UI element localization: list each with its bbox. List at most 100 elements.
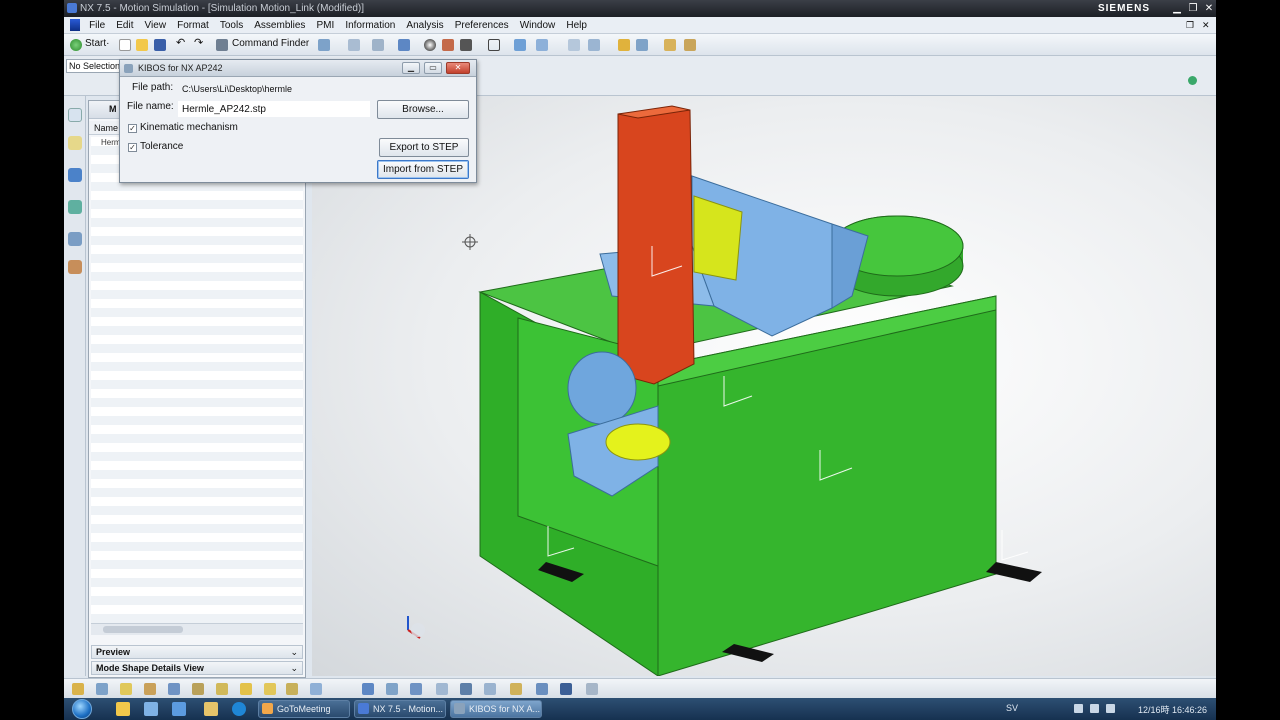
import-from-step-button[interactable]: Import from STEP bbox=[377, 160, 469, 179]
clip-view-icon[interactable] bbox=[568, 39, 580, 51]
open-folder-icon[interactable] bbox=[136, 39, 148, 51]
contact-icon[interactable] bbox=[286, 683, 298, 695]
menu-information[interactable]: Information bbox=[341, 17, 399, 31]
menu-view[interactable]: View bbox=[141, 17, 171, 31]
orient-view-icon[interactable] bbox=[398, 39, 410, 51]
inspect-icon[interactable] bbox=[586, 683, 598, 695]
rotate-view-icon[interactable] bbox=[372, 39, 384, 51]
chevron-down-icon[interactable]: ⌄ bbox=[290, 662, 298, 674]
kinematic-checkbox[interactable]: ✓ bbox=[128, 124, 137, 133]
language-indicator[interactable]: SV bbox=[1006, 703, 1018, 713]
measure-distance-icon[interactable] bbox=[560, 683, 572, 695]
measure-icon[interactable] bbox=[588, 39, 600, 51]
graphics-viewport[interactable] bbox=[312, 96, 1216, 676]
chevron-down-icon[interactable]: ⌄ bbox=[290, 646, 298, 658]
skype-icon[interactable] bbox=[232, 702, 246, 716]
graph-icon[interactable] bbox=[460, 683, 472, 695]
save-icon[interactable] bbox=[154, 39, 166, 51]
joint-icon[interactable] bbox=[96, 683, 108, 695]
connector-icon[interactable] bbox=[120, 683, 132, 695]
undo-icon[interactable]: ↶ bbox=[176, 36, 188, 49]
taskbar-kibos[interactable]: KIBOS for NX A... bbox=[450, 700, 542, 718]
export-to-step-button[interactable]: Export to STEP bbox=[379, 138, 469, 157]
selection-filter-dropdown[interactable]: No Selection Filter bbox=[66, 59, 126, 73]
marker-icon[interactable] bbox=[310, 683, 322, 695]
folder-icon[interactable] bbox=[204, 702, 218, 716]
browser-icon[interactable] bbox=[172, 702, 186, 716]
start-icon[interactable] bbox=[70, 39, 82, 51]
tray-volume-icon[interactable] bbox=[1090, 704, 1099, 713]
point-icon[interactable] bbox=[618, 39, 630, 51]
force-icon[interactable] bbox=[240, 683, 252, 695]
menu-file[interactable]: File bbox=[85, 17, 109, 31]
trace-icon[interactable] bbox=[436, 683, 448, 695]
motion-body-icon[interactable] bbox=[72, 683, 84, 695]
roles-icon[interactable] bbox=[68, 260, 82, 274]
machine-model-view[interactable] bbox=[312, 96, 1216, 676]
browse-button[interactable]: Browse... bbox=[377, 100, 469, 119]
shaded-icon[interactable] bbox=[442, 39, 454, 51]
tray-flag-icon[interactable] bbox=[1106, 704, 1115, 713]
minimize-icon[interactable]: ▁ bbox=[1170, 2, 1184, 15]
menu-preferences[interactable]: Preferences bbox=[451, 17, 513, 31]
menu-assemblies[interactable]: Assemblies bbox=[250, 17, 309, 31]
dialog-title-bar[interactable]: KIBOS for NX AP242 ▁ ▭ ✕ bbox=[120, 60, 476, 77]
paint-icon[interactable] bbox=[684, 39, 696, 51]
solver-icon[interactable] bbox=[362, 683, 374, 695]
dialog-restore-icon[interactable]: ▭ bbox=[424, 62, 442, 74]
menu-format[interactable]: Format bbox=[173, 17, 213, 31]
navigator-tree[interactable]: Herm bbox=[91, 137, 303, 627]
snap-settings-icon[interactable] bbox=[1188, 76, 1197, 85]
taskbar-nx[interactable]: NX 7.5 - Motion... bbox=[354, 700, 446, 718]
taskbar-gotomeeting[interactable]: GoToMeeting bbox=[258, 700, 350, 718]
packaging-icon[interactable] bbox=[484, 683, 496, 695]
link-icon[interactable] bbox=[144, 683, 156, 695]
motion-navigator-icon[interactable] bbox=[68, 108, 82, 122]
spring-icon[interactable] bbox=[192, 683, 204, 695]
driver-icon[interactable] bbox=[264, 683, 276, 695]
snap-point-icon[interactable] bbox=[514, 39, 526, 51]
selection-tool-icon[interactable] bbox=[318, 39, 330, 51]
assembly-navigator-icon[interactable] bbox=[68, 136, 82, 150]
taskbar-clock[interactable]: 12/16時 16:46:26 bbox=[1138, 703, 1207, 716]
command-finder-button[interactable]: Command Finder bbox=[232, 38, 309, 49]
menu-pmi[interactable]: PMI bbox=[312, 17, 338, 31]
media-icon[interactable] bbox=[144, 702, 158, 716]
restore-icon[interactable]: ❐ bbox=[1186, 2, 1200, 15]
menu-close-icon[interactable]: ✕ bbox=[1202, 20, 1210, 31]
animation-icon[interactable] bbox=[410, 683, 422, 695]
ruler-icon[interactable] bbox=[664, 39, 676, 51]
mode-shape-section[interactable]: Mode Shape Details View ⌄ bbox=[91, 661, 303, 675]
menu-restore-icon[interactable]: ❐ bbox=[1186, 20, 1194, 31]
menu-analysis[interactable]: Analysis bbox=[402, 17, 447, 31]
part-navigator-icon[interactable] bbox=[68, 168, 82, 182]
redo-icon[interactable]: ↷ bbox=[194, 36, 206, 49]
transform-icon[interactable] bbox=[536, 39, 548, 51]
new-file-icon[interactable] bbox=[119, 39, 131, 51]
tolerance-checkbox[interactable]: ✓ bbox=[128, 143, 137, 152]
file-name-field[interactable] bbox=[178, 101, 370, 117]
dialog-minimize-icon[interactable]: ▁ bbox=[402, 62, 420, 74]
close-icon[interactable]: ✕ bbox=[1202, 2, 1216, 15]
fit-view-icon[interactable] bbox=[348, 39, 360, 51]
timeline-icon[interactable] bbox=[536, 683, 548, 695]
history-icon[interactable] bbox=[68, 232, 82, 246]
explorer-icon[interactable] bbox=[116, 702, 130, 716]
windows-start-icon[interactable] bbox=[72, 699, 92, 719]
menu-tools[interactable]: Tools bbox=[216, 17, 247, 31]
tray-network-icon[interactable] bbox=[1074, 704, 1083, 713]
command-finder-icon[interactable] bbox=[216, 39, 228, 51]
damper-icon[interactable] bbox=[216, 683, 228, 695]
menu-window[interactable]: Window bbox=[516, 17, 560, 31]
constraint-navigator-icon[interactable] bbox=[68, 200, 82, 214]
gear-icon[interactable] bbox=[168, 683, 180, 695]
wireframe-icon[interactable] bbox=[488, 39, 500, 51]
vector-icon[interactable] bbox=[636, 39, 648, 51]
menu-edit[interactable]: Edit bbox=[112, 17, 137, 31]
start-button[interactable]: Start· bbox=[85, 38, 109, 49]
render-style-icon[interactable] bbox=[424, 39, 436, 51]
preview-section[interactable]: Preview ⌄ bbox=[91, 645, 303, 659]
scrollbar-thumb[interactable] bbox=[103, 626, 183, 633]
horizontal-scrollbar[interactable] bbox=[91, 623, 303, 635]
solution-icon[interactable] bbox=[386, 683, 398, 695]
